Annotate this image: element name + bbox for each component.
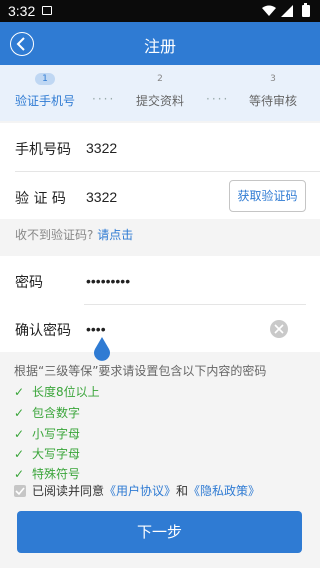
step-1: 1 验证手机号 [12, 73, 78, 109]
cursor-drop-icon[interactable] [93, 337, 111, 361]
check-icon [15, 487, 25, 496]
sim-icon [42, 6, 52, 15]
phone-label: 手机号码 [15, 142, 71, 158]
password-input[interactable]: ••••••••• [86, 273, 130, 289]
rule-label: 大写字母 [32, 447, 81, 461]
step-indicator: 1 验证手机号 ···· 2 提交资料 ···· 3 等待审核 [0, 65, 320, 121]
clear-icon[interactable] [270, 320, 288, 338]
confirm-password-label: 确认密码 [15, 323, 71, 339]
rule-label: 小写字母 [32, 427, 81, 441]
password-label: 密码 [15, 275, 43, 291]
rule-item: ✓ 长度8位以上 [14, 383, 100, 400]
step-label: 等待审核 [248, 94, 297, 108]
divider [15, 171, 320, 172]
agreement-and: 和 [176, 484, 189, 498]
step-separator: ···· [206, 92, 230, 106]
step-number: 1 [35, 73, 55, 85]
code-hint: 收不到验证码? 请点击 [15, 226, 133, 243]
agree-checkbox[interactable] [14, 485, 26, 497]
rule-label: 包含数字 [32, 406, 81, 420]
check-icon: ✓ [14, 447, 25, 461]
step-3: 3 等待审核 [244, 73, 302, 109]
rule-item: ✓ 大写字母 [14, 445, 80, 462]
privacy-policy-link[interactable]: 《隐私政策》 [188, 484, 260, 498]
rule-item: ✓ 特殊符号 [14, 465, 80, 482]
resend-link[interactable]: 请点击 [97, 228, 133, 242]
check-icon: ✓ [14, 467, 25, 481]
status-time: 3:32 [8, 3, 36, 19]
check-icon: ✓ [14, 406, 25, 420]
code-label: 验 证 码 [15, 191, 66, 207]
check-icon: ✓ [14, 427, 25, 441]
agreement-text: 已阅读并同意 [32, 484, 105, 498]
rule-item: ✓ 小写字母 [14, 425, 80, 442]
signal-icon [281, 5, 293, 17]
agreement-row: 已阅读并同意《用户协议》和《隐私政策》 [14, 482, 260, 499]
status-bar: 3:32 [0, 0, 320, 22]
confirm-password-input[interactable]: •••• [86, 321, 106, 337]
step-number: 2 [157, 74, 163, 84]
divider [84, 304, 306, 305]
rule-item: ✓ 包含数字 [14, 404, 80, 421]
password-rules-title: 根据“三级等保”要求请设置包含以下内容的密码 [14, 364, 267, 378]
get-code-button[interactable]: 获取验证码 [229, 180, 306, 212]
step-separator: ···· [92, 92, 116, 106]
title-bar: 注册 [0, 22, 320, 65]
next-button[interactable]: 下一步 [17, 511, 302, 553]
hint-text: 收不到验证码? [15, 228, 94, 242]
page-title: 注册 [143, 37, 176, 56]
step-2: 2 提交资料 [131, 73, 189, 109]
battery-icon [302, 3, 310, 17]
user-agreement-link[interactable]: 《用户协议》 [104, 484, 176, 498]
step-label: 提交资料 [135, 94, 184, 108]
rule-label: 特殊符号 [32, 467, 81, 481]
step-number: 3 [270, 74, 276, 84]
phone-input[interactable]: 3322 [86, 140, 117, 156]
rule-label: 长度8位以上 [32, 385, 100, 399]
code-input[interactable]: 3322 [86, 189, 117, 205]
wifi-icon [262, 5, 276, 16]
check-icon: ✓ [14, 385, 25, 399]
step-label: 验证手机号 [14, 94, 75, 108]
